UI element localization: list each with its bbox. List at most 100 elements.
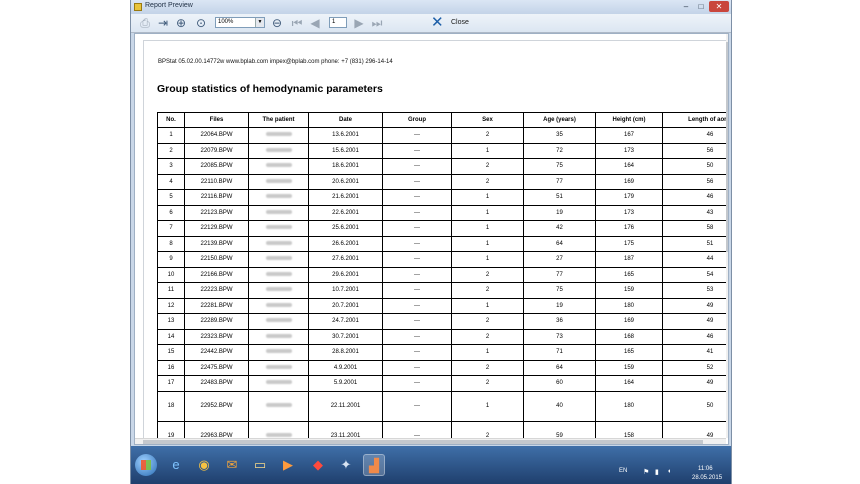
zoom-select[interactable]: 100% ▼	[215, 17, 265, 28]
first-page-icon[interactable]: ⏮	[289, 15, 305, 31]
cell-sex: 2	[451, 359, 524, 376]
redaction-blur	[265, 256, 292, 261]
cell-aorta: 49	[662, 313, 728, 330]
redaction-blur	[265, 364, 292, 369]
table-row: 1 22064.BPW 13.6.2001 --- 2 35 167 46	[157, 127, 728, 144]
explorer-icon[interactable]: ▭	[249, 454, 271, 476]
statistics-table: No. Files The patient Date Group Sex Age (year…	[157, 112, 728, 444]
cell-height: 173	[595, 142, 663, 159]
cell-height: 169	[595, 173, 663, 190]
ie-icon[interactable]: e	[165, 454, 187, 476]
maximize-button[interactable]: □	[694, 1, 708, 12]
cell-sex: 2	[451, 173, 524, 190]
cell-no: 5	[157, 189, 185, 206]
start-button[interactable]	[135, 454, 157, 476]
close-preview-button[interactable]: ✕ Close	[431, 15, 471, 31]
cell-age: 35	[523, 127, 596, 144]
cell-age: 19	[523, 297, 596, 314]
vertical-scroll-thumb[interactable]	[726, 42, 728, 252]
cell-no: 13	[157, 313, 185, 330]
cell-file: 22085.BPW	[184, 158, 249, 175]
cell-no: 9	[157, 251, 185, 268]
cell-aorta: 54	[662, 266, 728, 283]
cell-date: 28.8.2001	[308, 344, 383, 361]
cell-file: 22123.BPW	[184, 204, 249, 221]
zoom-fit-icon[interactable]: ⊙	[193, 15, 209, 31]
title-bar[interactable]: Report Preview – □ ✕	[131, 0, 731, 14]
cell-group: ---	[382, 359, 452, 376]
zoom-out-icon[interactable]: ⊖	[269, 15, 285, 31]
cell-date: 15.6.2001	[308, 142, 383, 159]
horizontal-scrollbar[interactable]	[135, 438, 726, 444]
report-viewer[interactable]: BPStat 05.02.00.14772w www.bplab.com imp…	[134, 33, 729, 445]
cell-group: ---	[382, 375, 452, 392]
patient-name-redacted	[248, 158, 309, 175]
cell-age: 27	[523, 251, 596, 268]
redaction-blur	[265, 333, 292, 338]
clock-date[interactable]: 28.05.2015	[692, 475, 722, 481]
table-row: 17 22483.BPW 5.9.2001 --- 2 60 164 49	[157, 375, 728, 392]
export-icon[interactable]: ⇥	[155, 15, 171, 31]
redaction-blur	[265, 163, 292, 168]
cell-height: 180	[595, 297, 663, 314]
table-row: 18 22952.BPW 22.11.2001 --- 1 40 180 50	[157, 390, 728, 422]
cell-age: 77	[523, 173, 596, 190]
cell-file: 22281.BPW	[184, 297, 249, 314]
cell-file: 22483.BPW	[184, 375, 249, 392]
page-number-input[interactable]: 1	[329, 17, 347, 28]
cell-sex: 1	[451, 142, 524, 159]
volume-icon[interactable]: ◖	[667, 468, 671, 475]
table-row: 4 22110.BPW 20.6.2001 --- 2 77 169 56	[157, 173, 728, 190]
cell-aorta: 52	[662, 359, 728, 376]
cell-aorta: 53	[662, 282, 728, 299]
cell-file: 22079.BPW	[184, 142, 249, 159]
bpstat-icon[interactable]: ▟	[363, 454, 385, 476]
cell-no: 17	[157, 375, 185, 392]
cell-date: 18.6.2001	[308, 158, 383, 175]
prev-page-icon[interactable]: ◀	[307, 15, 323, 31]
window-close-button[interactable]: ✕	[709, 1, 729, 12]
cell-group: ---	[382, 390, 452, 422]
media-player-icon[interactable]: ▶	[277, 454, 299, 476]
column-header: Date	[308, 112, 383, 128]
cell-aorta: 50	[662, 158, 728, 175]
cell-date: 13.6.2001	[308, 127, 383, 144]
flag-icon[interactable]: ⚑	[643, 468, 649, 476]
print-icon[interactable]: ⎙	[137, 15, 153, 31]
clock-time[interactable]: 11:06	[698, 466, 713, 472]
vertical-scrollbar[interactable]	[726, 34, 728, 438]
tool-icon[interactable]: ✦	[335, 454, 357, 476]
cell-age: 51	[523, 189, 596, 206]
language-indicator[interactable]: EN	[619, 468, 627, 474]
patient-name-redacted	[248, 375, 309, 392]
cell-age: 19	[523, 204, 596, 221]
horizontal-scroll-thumb[interactable]	[143, 440, 703, 444]
patient-name-redacted	[248, 328, 309, 345]
cell-sex: 1	[451, 204, 524, 221]
chrome-icon[interactable]: ◉	[193, 454, 215, 476]
cell-date: 10.7.2001	[308, 282, 383, 299]
cell-aorta: 50	[662, 390, 728, 422]
cell-height: 176	[595, 220, 663, 237]
cell-no: 14	[157, 328, 185, 345]
cell-group: ---	[382, 235, 452, 252]
outlook-icon[interactable]: ✉	[221, 454, 243, 476]
cell-aorta: 58	[662, 220, 728, 237]
column-header: No.	[157, 112, 185, 128]
cell-height: 165	[595, 344, 663, 361]
pdf-icon[interactable]: ◆	[307, 454, 329, 476]
cell-sex: 1	[451, 344, 524, 361]
cell-no: 18	[157, 390, 185, 422]
table-row: 16 22475.BPW 4.9.2001 --- 2 64 159 52	[157, 359, 728, 376]
last-page-icon[interactable]: ⏭	[369, 15, 385, 31]
cell-height: 168	[595, 328, 663, 345]
minimize-button[interactable]: –	[679, 1, 693, 12]
zoom-in-icon[interactable]: ⊕	[173, 15, 189, 31]
patient-name-redacted	[248, 359, 309, 376]
next-page-icon[interactable]: ▶	[351, 15, 367, 31]
cell-no: 10	[157, 266, 185, 283]
cell-sex: 2	[451, 313, 524, 330]
cell-aorta: 46	[662, 189, 728, 206]
cell-age: 73	[523, 328, 596, 345]
network-icon[interactable]: ▮	[655, 468, 659, 476]
